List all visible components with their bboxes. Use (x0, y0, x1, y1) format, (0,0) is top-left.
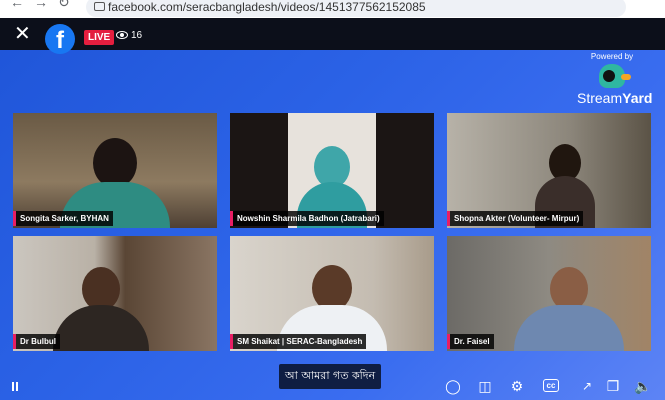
participant-name: Dr Bulbul (13, 334, 60, 349)
streamyard-wordmark: StreamYard (577, 90, 652, 106)
video-player[interactable]: ✕ f LIVE 16 Powered by StreamYard Songit… (0, 18, 665, 400)
forward-icon[interactable]: → (34, 0, 48, 10)
player-top-bar: ✕ f LIVE 16 (0, 18, 665, 54)
url-text: facebook.com/seracbangladesh/videos/1451… (108, 0, 426, 14)
participant-name: Dr. Faisel (447, 334, 494, 349)
volume-icon[interactable]: 🔈 (634, 378, 652, 394)
viewer-count-value: 16 (131, 30, 143, 41)
reload-icon[interactable]: ↻ (58, 0, 70, 11)
settings-icon[interactable]: ⚙ (508, 378, 526, 394)
player-controls: ◯ ◫ ⚙ cc ↗ ❐ 🔈 (0, 370, 665, 400)
browser-address-bar: ← → ↻ facebook.com/seracbangladesh/video… (0, 0, 665, 19)
participant-name: SM Shaikat | SERAC-Bangladesh (230, 334, 367, 349)
participant-tile: SM Shaikat | SERAC-Bangladesh (230, 236, 434, 351)
brand-stream: Stream (577, 90, 623, 106)
close-icon[interactable]: ✕ (14, 24, 31, 44)
streamyard-branding: Powered by StreamYard (577, 52, 652, 106)
powered-by-label: Powered by (590, 52, 634, 61)
participant-tile: Dr. Faisel (447, 236, 651, 351)
comment-icon[interactable]: ◯ (444, 378, 462, 394)
back-icon[interactable]: ← (10, 0, 24, 10)
pip-icon[interactable]: ❐ (604, 378, 622, 394)
participant-name: Shopna Akter (Volunteer- Mirpur) (447, 211, 584, 226)
participant-name: Songita Sarker, BYHAN (13, 211, 113, 226)
live-badge: LIVE (84, 30, 115, 45)
participant-tile: Shopna Akter (Volunteer- Mirpur) (447, 113, 651, 228)
brand-yard: Yard (622, 90, 653, 106)
expand-icon[interactable]: ↗ (578, 378, 596, 394)
participant-figure (52, 267, 149, 351)
participant-tile: Songita Sarker, BYHAN (13, 113, 217, 228)
eye-icon (116, 31, 128, 40)
participant-tile: Dr Bulbul (13, 236, 217, 351)
participant-name: Nowshin Sharmila Badhon (Jatrabari) (230, 211, 384, 226)
viewer-count: 16 (116, 30, 142, 41)
streamyard-logo-icon (599, 64, 631, 88)
pause-icon[interactable] (12, 382, 14, 391)
url-field[interactable]: facebook.com/seracbangladesh/videos/1451… (86, 0, 626, 17)
site-info-icon[interactable] (94, 2, 105, 11)
participant-figure (514, 267, 625, 351)
participant-tile: Nowshin Sharmila Badhon (Jatrabari) (230, 113, 434, 228)
facebook-logo-icon: f (45, 24, 75, 54)
captions-icon[interactable]: cc (543, 379, 559, 392)
clip-icon[interactable]: ◫ (476, 378, 494, 394)
